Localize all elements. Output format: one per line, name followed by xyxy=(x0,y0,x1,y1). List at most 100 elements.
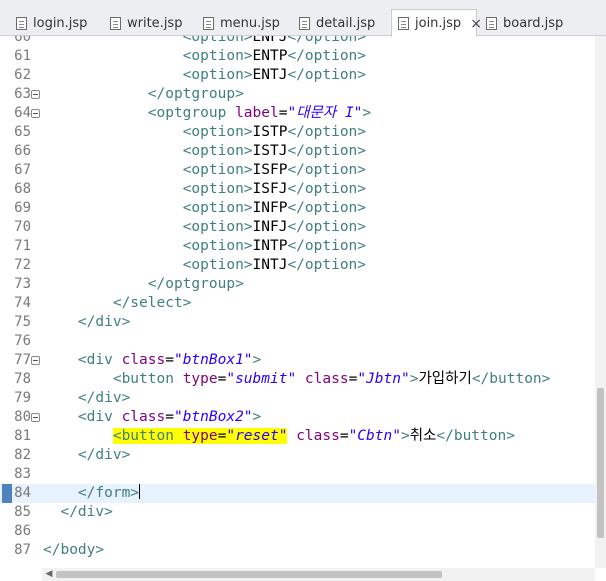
line-number: 69 xyxy=(14,200,31,216)
horizontal-scrollbar[interactable]: ◀ xyxy=(42,568,595,581)
code-line[interactable]: 65 <option>ISTP</option> xyxy=(0,123,595,142)
code-token: "reset" xyxy=(226,428,288,444)
code-token: > xyxy=(400,428,410,444)
fold-toggle-icon[interactable] xyxy=(31,109,40,118)
vertical-scroll-thumb[interactable] xyxy=(597,388,604,538)
code-line[interactable]: 86 xyxy=(0,522,595,541)
code-line[interactable]: 81 <button type="reset" class="Cbtn">취소<… xyxy=(0,427,595,446)
code-line[interactable]: 74 </select> xyxy=(0,294,595,313)
line-number: 62 xyxy=(14,67,31,83)
code-token: class xyxy=(296,428,340,444)
editor-tab-bar: login.jsp write.jsp menu.jsp detail.jsp join… xyxy=(0,0,606,37)
tab-detail-jsp[interactable]: detail.jsp xyxy=(293,10,389,36)
code-editor[interactable]: 60 <option>ENFJ</option> 61 <option>ENTP<… xyxy=(0,36,595,568)
code-text: <button type="reset" class="Cbtn">취소</bu… xyxy=(43,427,515,446)
code-line[interactable]: 77 <div class="btnBox1"> xyxy=(0,351,595,370)
code-line[interactable]: 62 <option>ENTJ</option> xyxy=(0,66,595,85)
code-line[interactable]: 82 </div> xyxy=(0,446,595,465)
tab-join-jsp[interactable]: join.jsp × xyxy=(391,9,482,37)
code-text: <option>INTJ</option> xyxy=(43,256,366,275)
line-number: 83 xyxy=(14,466,31,482)
code-line[interactable]: 85 </div> xyxy=(0,503,595,522)
code-token: </option> xyxy=(287,200,367,216)
code-line[interactable]: 66 <option>ISTJ</option> xyxy=(0,142,595,161)
code-line[interactable]: 70 <option>INFJ</option> xyxy=(0,218,595,237)
code-text: <option>ENTJ</option> xyxy=(43,66,366,85)
code-line[interactable]: 83 xyxy=(0,465,595,484)
jsp-file-icon xyxy=(486,16,497,30)
code-text: </form> xyxy=(43,484,141,503)
code-line[interactable]: 76 xyxy=(0,332,595,351)
line-number: 61 xyxy=(14,48,31,64)
code-text: </div> xyxy=(43,503,112,522)
code-token: type xyxy=(182,371,218,387)
code-token: </button> xyxy=(471,371,551,387)
code-token: <option> xyxy=(182,143,253,159)
fold-toggle-icon[interactable] xyxy=(31,413,40,422)
code-line[interactable]: 78 <button type="submit" class="Jbtn">가입… xyxy=(0,370,595,389)
code-token: </option> xyxy=(287,36,367,45)
code-line[interactable]: 80 <div class="btnBox2"> xyxy=(0,408,595,427)
code-token: = xyxy=(165,409,174,425)
code-token: </option> xyxy=(287,124,367,140)
code-token: <optgroup xyxy=(147,105,236,121)
line-number: 65 xyxy=(14,124,31,140)
tab-board-jsp[interactable]: board.jsp xyxy=(480,10,572,36)
code-line[interactable]: 67 <option>ISFP</option> xyxy=(0,161,595,180)
tab-label: detail.jsp xyxy=(316,15,376,31)
code-line[interactable]: 75 </div> xyxy=(0,313,595,332)
tab-write-jsp[interactable]: write.jsp xyxy=(104,10,198,36)
code-token: ENTJ xyxy=(252,67,288,83)
tab-login-jsp[interactable]: login.jsp xyxy=(10,10,98,36)
horizontal-scroll-thumb[interactable] xyxy=(56,571,442,578)
code-line[interactable]: 63 </optgroup> xyxy=(0,85,595,104)
code-token: class xyxy=(121,409,166,425)
code-line[interactable]: 87 </body> xyxy=(0,541,595,560)
line-number: 82 xyxy=(14,447,31,463)
code-line[interactable]: 64 <optgroup label="대문자 I"> xyxy=(0,104,595,123)
code-token: <option> xyxy=(182,48,253,64)
tab-menu-jsp[interactable]: menu.jsp xyxy=(197,10,291,36)
code-token: 취소 xyxy=(409,428,437,444)
code-line[interactable]: 73 </optgroup> xyxy=(0,275,595,294)
code-line[interactable]: 79 </div> xyxy=(0,389,595,408)
code-line[interactable]: 69 <option>INFP</option> xyxy=(0,199,595,218)
code-line[interactable]: 84 </form> xyxy=(0,484,595,503)
line-number: 71 xyxy=(14,238,31,254)
code-line[interactable]: 71 <option>INTP</option> xyxy=(0,237,595,256)
code-token: </option> xyxy=(287,257,367,273)
fold-toggle-icon[interactable] xyxy=(31,90,40,99)
line-number: 74 xyxy=(14,295,31,311)
vertical-scrollbar[interactable] xyxy=(595,36,606,568)
code-line[interactable]: 60 <option>ENFJ</option> xyxy=(0,36,595,47)
code-token: "Cbtn" xyxy=(348,428,401,444)
code-token: = xyxy=(339,428,349,444)
code-token: = xyxy=(348,371,358,387)
code-line[interactable]: 68 <option>ISFJ</option> xyxy=(0,180,595,199)
code-text: </optgroup> xyxy=(43,85,244,104)
code-text: <div class="btnBox1"> xyxy=(43,351,261,370)
scroll-left-arrow-icon[interactable]: ◀ xyxy=(42,568,56,581)
line-number: 66 xyxy=(14,143,31,159)
tab-label: menu.jsp xyxy=(220,15,280,31)
code-line[interactable]: 61 <option>ENTP</option> xyxy=(0,47,595,66)
code-text: <option>INTP</option> xyxy=(43,237,366,256)
code-token: </button> xyxy=(436,428,515,444)
tab-label: board.jsp xyxy=(503,15,564,31)
code-token: </optgroup> xyxy=(147,276,244,292)
fold-toggle-icon[interactable] xyxy=(31,356,40,365)
code-line[interactable]: 72 <option>INTJ</option> xyxy=(0,256,595,275)
